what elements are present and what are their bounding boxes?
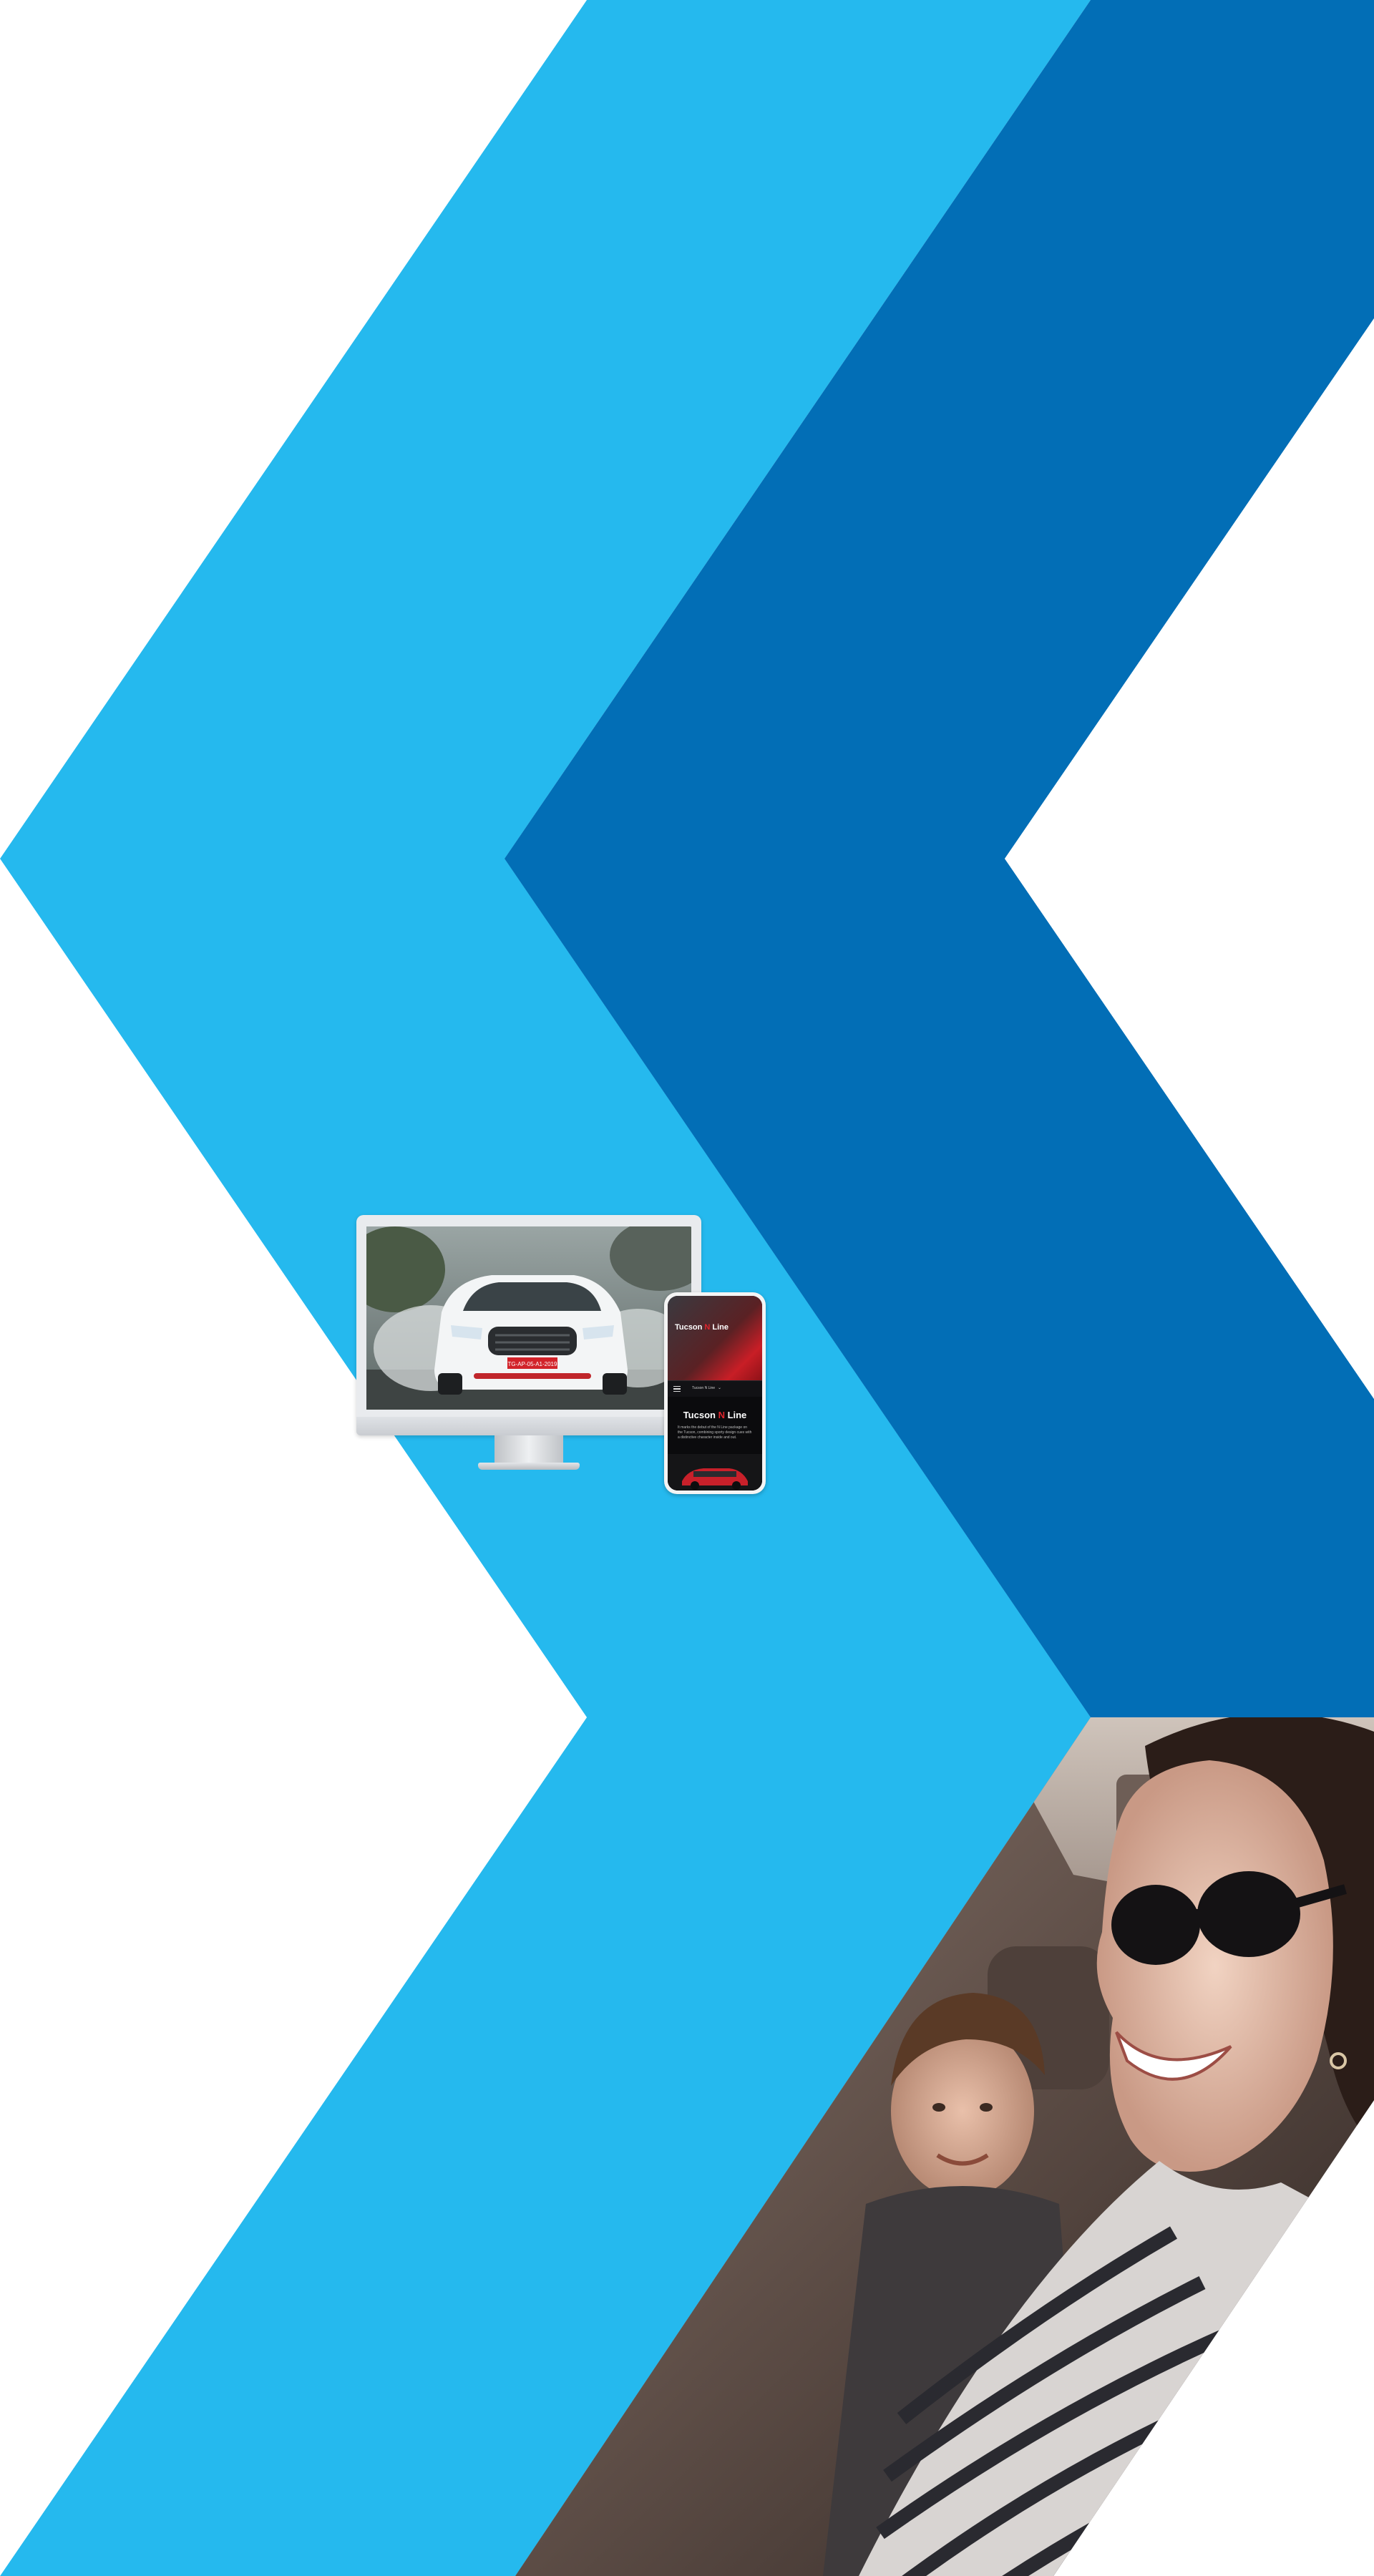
monitor-screen: TG-AP-05-A1-2019 — [366, 1226, 691, 1410]
phone-hero-title: Tucson N Line — [675, 1323, 729, 1332]
mobile-phone: Tucson N Line Tucson N Line ⌄ Tucson N L… — [664, 1292, 766, 1494]
phone-body-text: It marks the debut of the N Line package… — [678, 1425, 752, 1440]
device-mockup: TG-AP-05-A1-2019 Tucson N Line Tucson N … — [356, 1215, 766, 1494]
monitor-chin — [356, 1417, 701, 1435]
desktop-monitor: TG-AP-05-A1-2019 — [356, 1215, 701, 1470]
phone-nav-label[interactable]: Tucson N Line — [692, 1386, 715, 1390]
license-plate-text: TG-AP-05-A1-2019 — [508, 1361, 557, 1367]
phone-nav-bar[interactable]: Tucson N Line ⌄ — [668, 1380, 762, 1397]
hamburger-menu-icon[interactable] — [673, 1386, 681, 1392]
phone-body-section: Tucson N Line It marks the debut of the … — [668, 1397, 762, 1491]
phone-hero-banner: Tucson N Line — [668, 1296, 762, 1380]
phone-screen: Tucson N Line Tucson N Line ⌄ Tucson N L… — [668, 1296, 762, 1491]
monitor-stand-foot — [478, 1463, 580, 1470]
chevron-down-icon[interactable]: ⌄ — [718, 1385, 721, 1390]
page-canvas: TG-AP-05-A1-2019 Tucson N Line Tucson N … — [0, 0, 1374, 2576]
monitor-stand-neck — [494, 1435, 563, 1465]
phone-body-title: Tucson N Line — [683, 1410, 747, 1420]
suv-splash-image: TG-AP-05-A1-2019 — [366, 1226, 691, 1410]
phone-red-car-image — [668, 1454, 762, 1491]
